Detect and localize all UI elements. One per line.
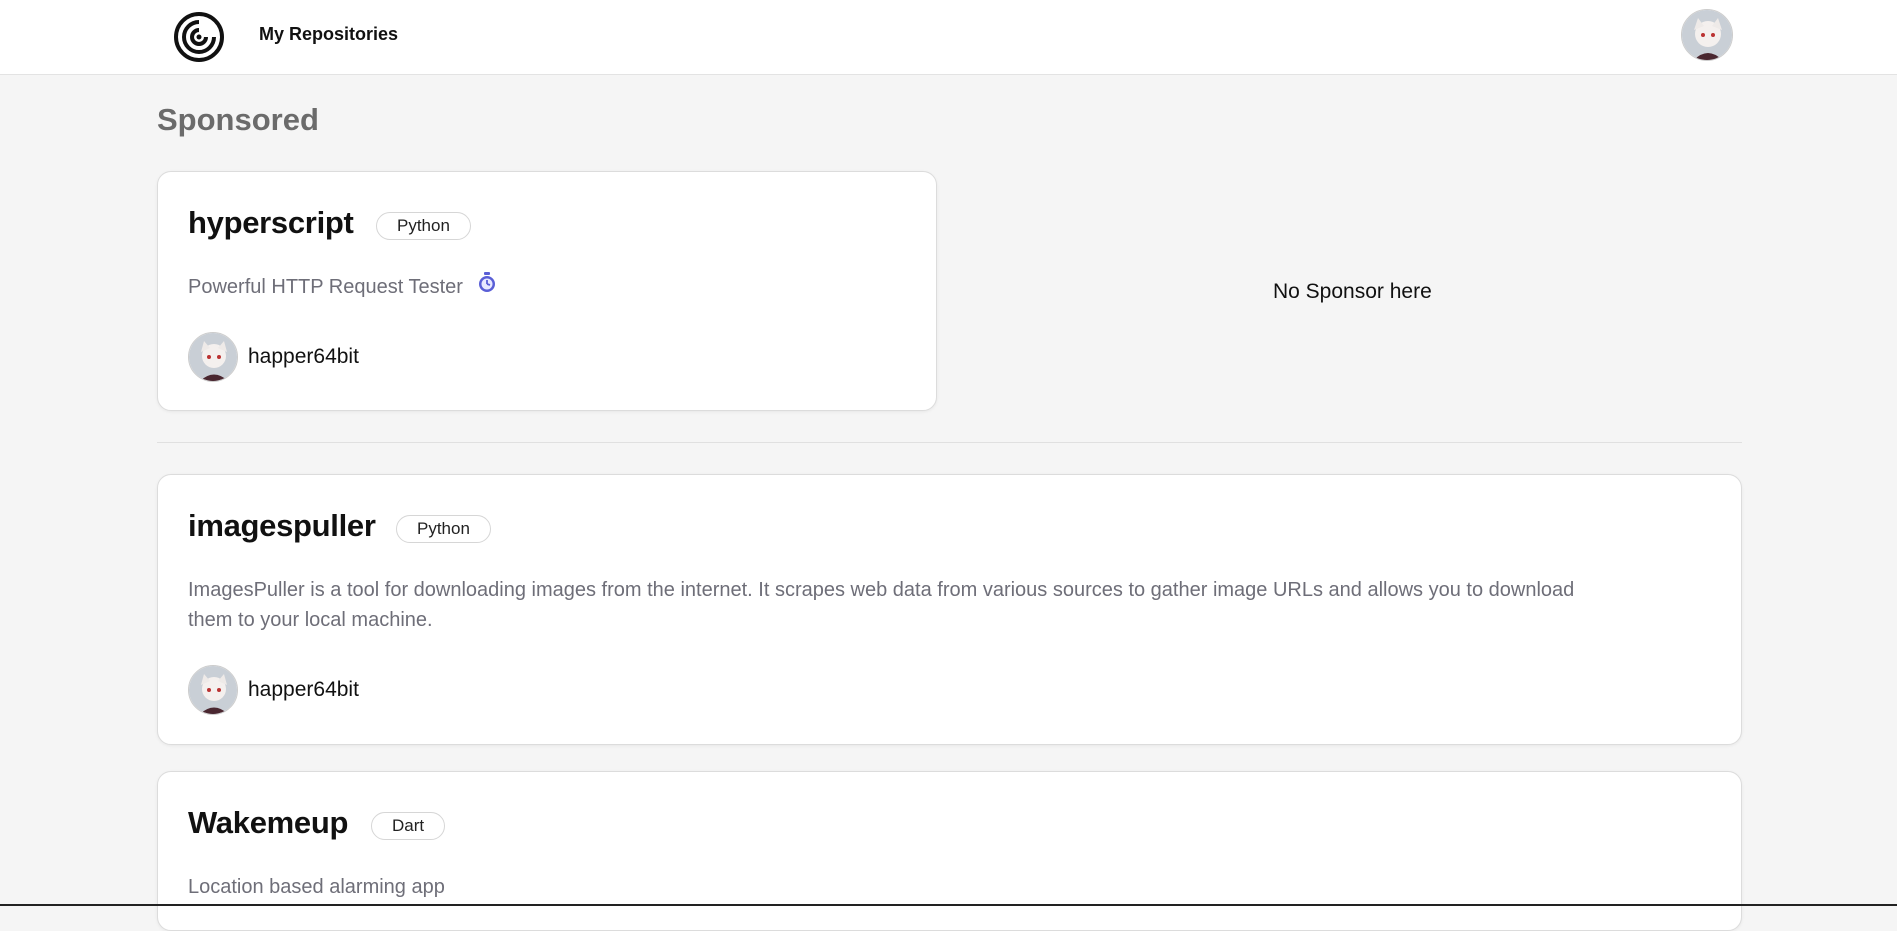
repo-card[interactable]: Wakemeup Dart Location based alarming ap…	[157, 771, 1742, 931]
repo-description: ImagesPuller is a tool for downloading i…	[188, 575, 1718, 635]
sponsored-repo-card[interactable]: hyperscript Python Powerful HTTP Request…	[157, 171, 937, 411]
repo-name[interactable]: Wakemeup	[188, 805, 348, 841]
language-badge: Python	[376, 212, 471, 240]
language-badge: Python	[396, 515, 491, 543]
section-divider	[157, 442, 1742, 443]
repo-name[interactable]: hyperscript	[188, 205, 354, 241]
repo-description: Location based alarming app	[188, 876, 445, 898]
spiral-logo-icon[interactable]	[172, 10, 226, 64]
my-repositories-link[interactable]: My Repositories	[259, 24, 398, 45]
no-sponsor-text: No Sponsor here	[1273, 280, 1432, 303]
repo-description: Powerful HTTP Request Tester	[188, 272, 497, 303]
repo-name[interactable]: imagespuller	[188, 508, 376, 544]
repo-card[interactable]: imagespuller Python ImagesPuller is a to…	[157, 474, 1742, 745]
repo-description-text: Powerful HTTP Request Tester	[188, 276, 463, 298]
owner-name[interactable]: happer64bit	[248, 678, 359, 702]
top-navigation-bar: My Repositories	[0, 0, 1897, 75]
owner-avatar	[188, 332, 238, 382]
stopwatch-icon	[477, 272, 497, 303]
language-badge: Dart	[371, 812, 446, 840]
owner-name[interactable]: happer64bit	[248, 345, 359, 369]
owner-avatar	[188, 665, 238, 715]
repo-description-line: ImagesPuller is a tool for downloading i…	[188, 579, 1575, 601]
sponsored-heading: Sponsored	[157, 102, 319, 137]
user-avatar-icon[interactable]	[1681, 9, 1733, 61]
repo-description-line: them to your local machine.	[188, 609, 433, 631]
